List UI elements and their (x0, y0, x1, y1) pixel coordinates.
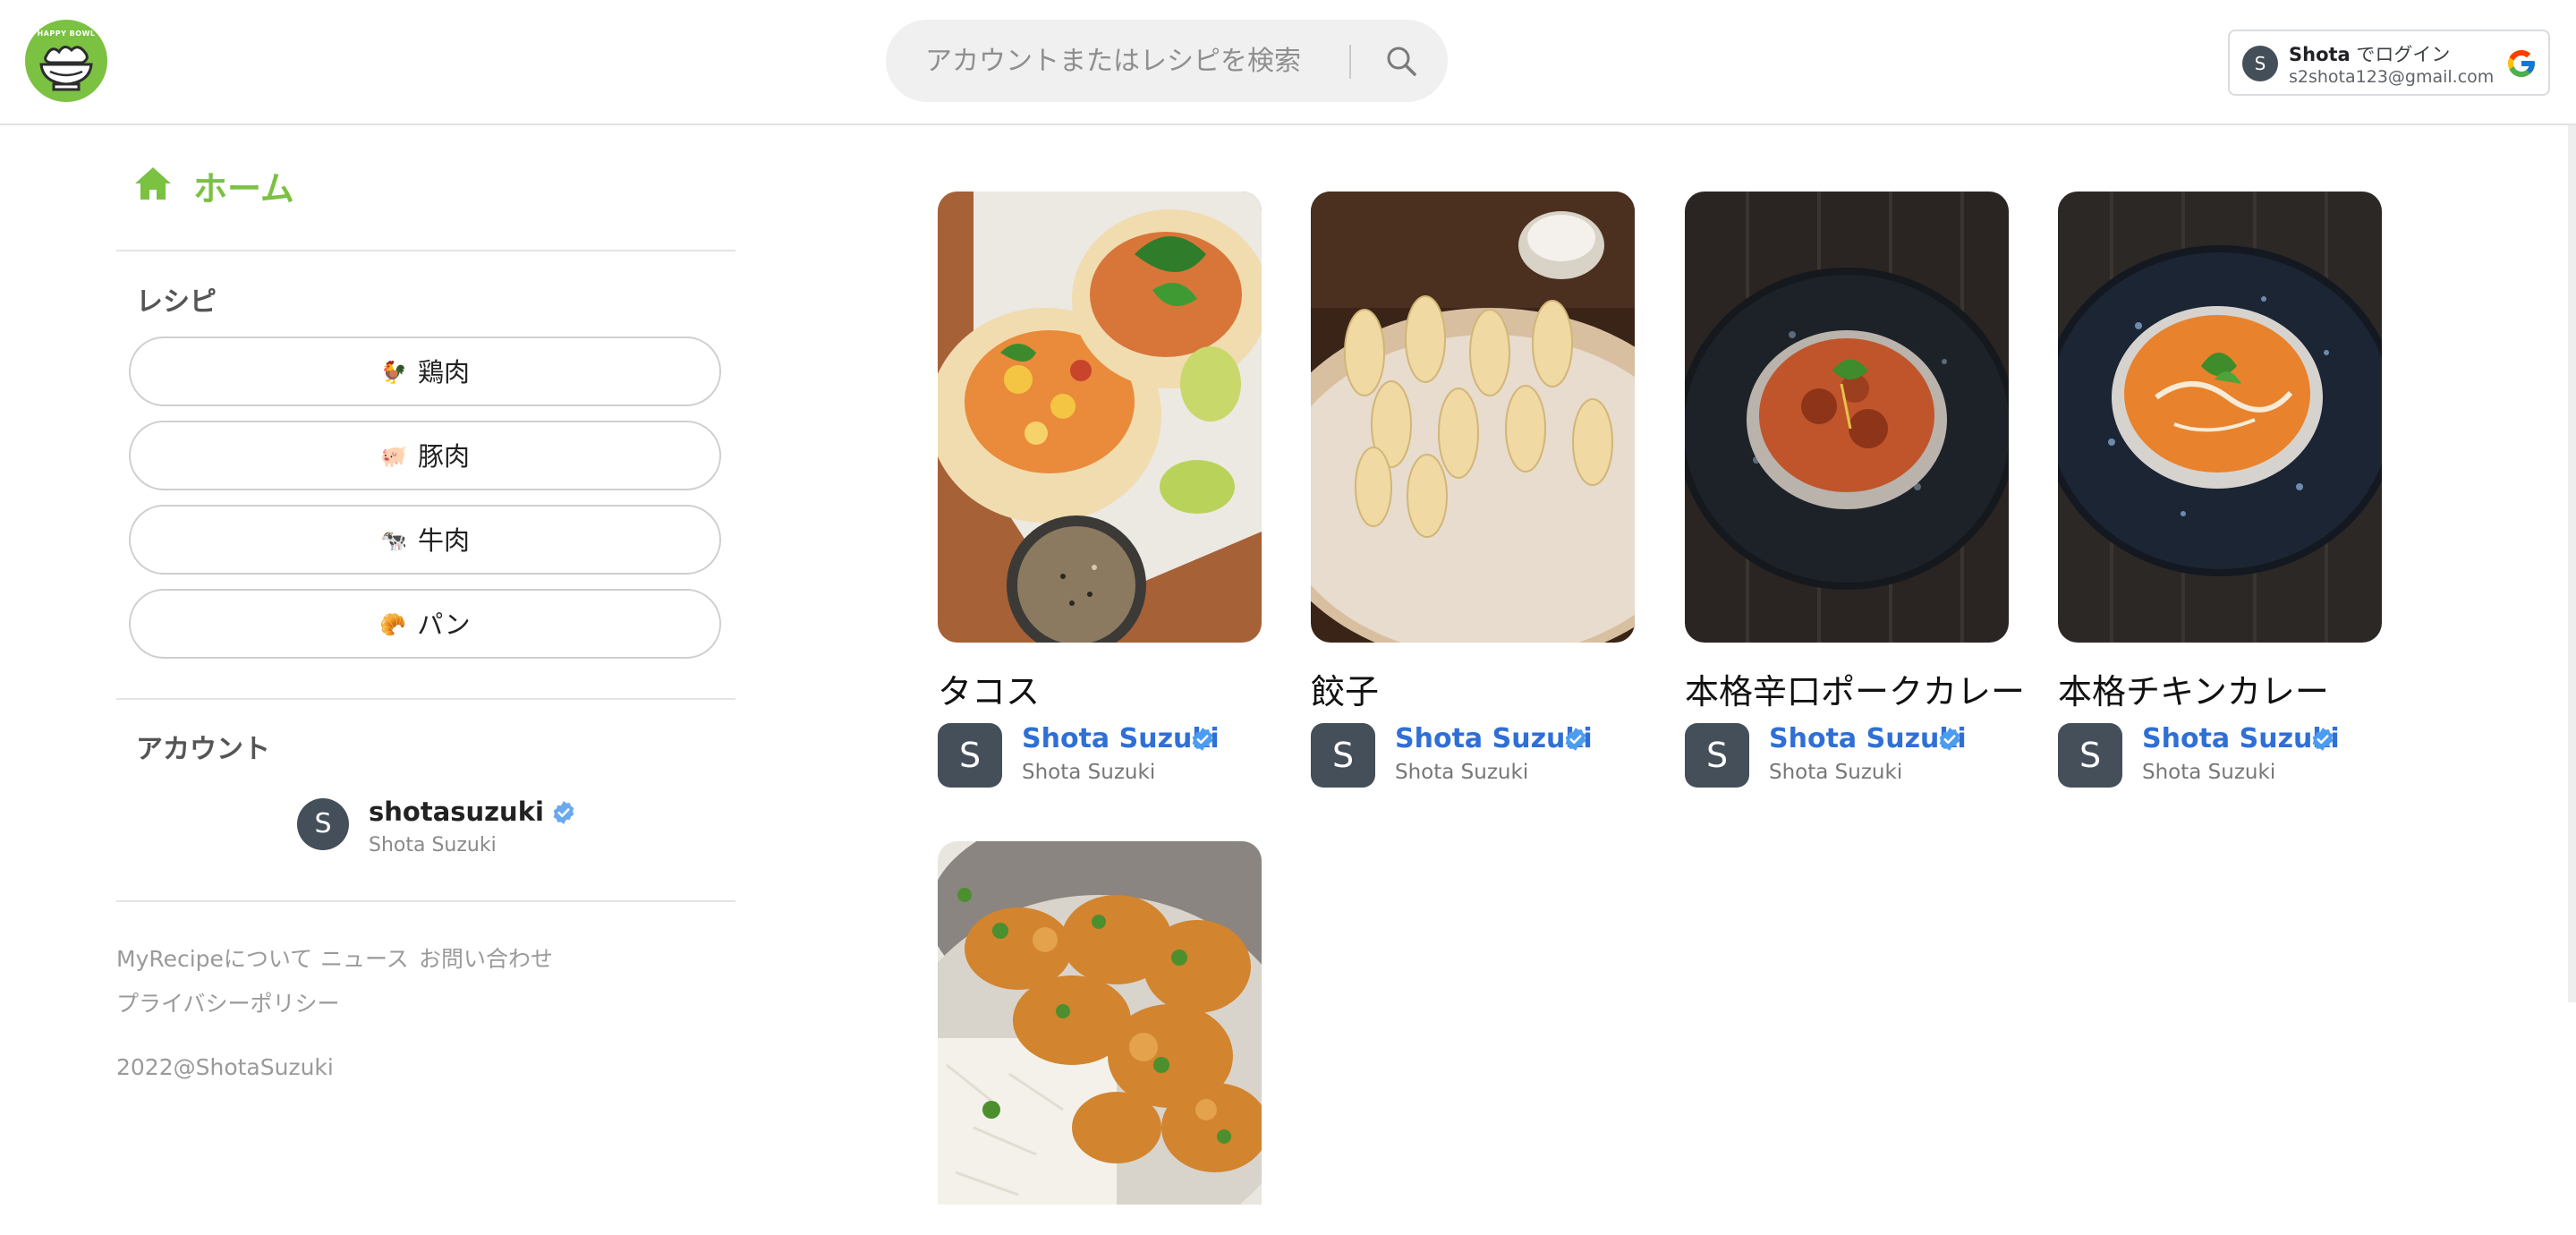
signin-label: Shota でログイン (2289, 40, 2450, 67)
recipe-title[interactable]: タコス (938, 664, 1040, 713)
avatar: S (938, 723, 1002, 788)
google-signin-button[interactable]: S Shota でログイン s2shota123@gmail.com (2228, 30, 2550, 96)
recipe-author[interactable]: S Shota Suzuki Shota Suzuki (938, 721, 1262, 788)
category-label: パン (417, 609, 471, 640)
verified-badge-icon (1565, 728, 1586, 751)
avatar: S (297, 798, 349, 850)
footer-link-privacy[interactable]: プライバシーポリシー (116, 986, 340, 1018)
recipe-author[interactable]: S Shota Suzuki Shota Suzuki (1311, 721, 1635, 788)
search-divider (1349, 45, 1351, 79)
signin-user-name: Shota (2289, 44, 2351, 65)
footer-link-about[interactable]: MyRecipeについて (116, 941, 312, 974)
chicken-curry-photo (2058, 192, 2382, 643)
recipe-image-chicken-curry[interactable] (2058, 192, 2382, 643)
recipe-image-tacos[interactable] (938, 192, 1262, 643)
category-bread-button[interactable]: 🥐 パン (129, 589, 721, 659)
author-subtitle: Shota Suzuki (1769, 761, 1903, 784)
verified-badge-icon (1939, 728, 1960, 751)
recipe-title[interactable]: 本格チキンカレー (2058, 664, 2329, 713)
pig-icon: 🐖 (380, 443, 407, 469)
happy-bowl-logo[interactable]: HAPPY BOWL (25, 20, 107, 102)
verified-badge-icon (1192, 728, 1213, 751)
pork-curry-photo (1685, 192, 2009, 643)
sidebar: ホーム レシピ 🐓 鶏肉 🐖 豚肉 🐄 牛肉 🥐 パン アカウント S shotasuz… (116, 125, 735, 1235)
logo-text: HAPPY BOWL (37, 30, 96, 38)
tacos-photo (938, 192, 1262, 643)
recipe-image-pork-curry[interactable] (1685, 192, 2009, 643)
footer-link-contact[interactable]: お問い合わせ (419, 941, 553, 974)
sidebar-account-item[interactable]: S shotasuzuki Shota Suzuki (295, 795, 582, 857)
search-input[interactable] (925, 38, 1346, 84)
category-pork-button[interactable]: 🐖 豚肉 (129, 421, 721, 490)
author-subtitle: Shota Suzuki (1022, 761, 1156, 784)
signin-suffix: でログイン (2350, 44, 2451, 65)
avatar: S (2058, 723, 2122, 788)
verified-badge-icon (553, 801, 574, 824)
recipe-author[interactable]: S Shota Suzuki Shota Suzuki (2058, 721, 2382, 788)
category-label: 豚肉 (417, 440, 470, 472)
cow-icon: 🐄 (380, 527, 407, 553)
recipe-image-gyoza[interactable] (1311, 192, 1635, 643)
chicken-rice-photo (938, 841, 1262, 1205)
recipe-image-chicken-rice[interactable] (938, 841, 1262, 1205)
avatar: S (1311, 723, 1375, 788)
croissant-icon: 🥐 (379, 611, 407, 637)
category-chicken-button[interactable]: 🐓 鶏肉 (129, 336, 721, 406)
recipe-section-title: レシピ (136, 286, 217, 318)
sidebar-divider (116, 250, 735, 251)
gyoza-photo (1311, 192, 1635, 643)
sidebar-divider (116, 900, 735, 902)
recipe-title[interactable]: 本格辛口ポークカレー (1685, 664, 2025, 713)
home-icon (135, 167, 171, 200)
recipe-title[interactable]: 餃子 (1311, 664, 1379, 713)
category-beef-button[interactable]: 🐄 牛肉 (129, 505, 721, 575)
author-subtitle: Shota Suzuki (2142, 761, 2276, 784)
signin-email: s2shota123@gmail.com (2289, 67, 2495, 87)
verified-badge-icon (2312, 728, 2334, 751)
account-section-title: アカウント (136, 734, 270, 765)
top-header: HAPPY BOWL S Shota でログイン s2shota123@gmai… (0, 0, 2576, 125)
avatar: S (1685, 723, 1749, 788)
account-name: Shota Suzuki (369, 834, 497, 856)
copyright: 2022@ShotaSuzuki (116, 1054, 334, 1080)
home-label: ホーム (193, 169, 294, 209)
footer-link-news[interactable]: ニュース (320, 941, 409, 974)
search-button[interactable] (1369, 34, 1433, 88)
account-handle: shotasuzuki (369, 796, 544, 827)
sidebar-divider (116, 698, 735, 700)
salad-bowl-icon (39, 46, 93, 91)
search-bar (886, 20, 1448, 102)
category-label: 牛肉 (417, 524, 470, 556)
signin-avatar: S (2242, 46, 2278, 81)
search-icon (1387, 47, 1416, 76)
google-g-icon (2508, 50, 2535, 77)
chicken-icon: 🐓 (380, 359, 407, 385)
category-label: 鶏肉 (417, 356, 470, 388)
author-subtitle: Shota Suzuki (1395, 761, 1529, 784)
vertical-scrollbar[interactable] (2568, 125, 2576, 1002)
recipe-author[interactable]: S Shota Suzuki Shota Suzuki (1685, 721, 2009, 788)
